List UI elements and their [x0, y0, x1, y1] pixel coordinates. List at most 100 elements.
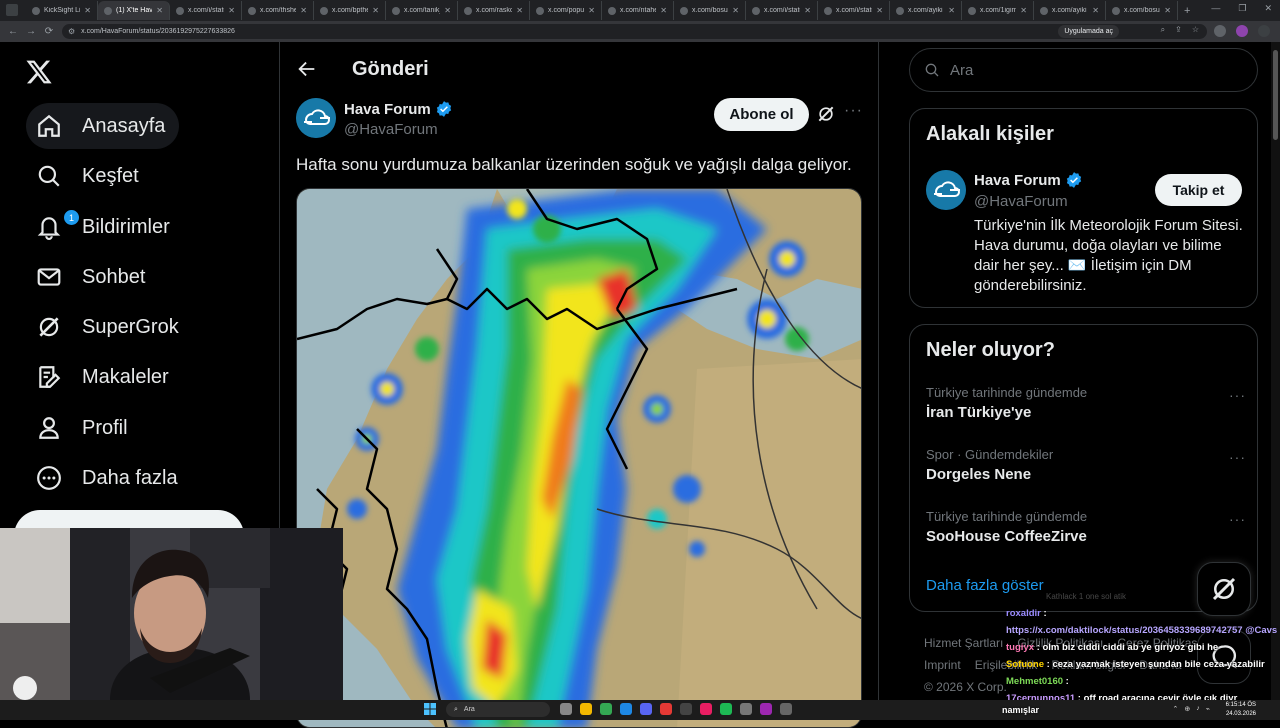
site-info-icon[interactable]: ⚙: [68, 27, 75, 36]
zoom-icon[interactable]: ⌕: [1161, 25, 1165, 35]
browser-tab[interactable]: KickSight Lin ✕: [26, 1, 98, 20]
tab-close-icon[interactable]: ✕: [372, 6, 379, 15]
maximize-button[interactable]: ❐: [1238, 3, 1246, 14]
browser-tab[interactable]: x.com/ayiki ✕: [1034, 1, 1106, 20]
nav-item-chat[interactable]: Sohbet: [26, 254, 159, 300]
edge-icon[interactable]: [620, 703, 632, 715]
task-view-icon[interactable]: [560, 703, 572, 715]
file-explorer-icon[interactable]: [580, 703, 592, 715]
nav-label: Anasayfa: [82, 114, 166, 137]
tab-close-icon[interactable]: ✕: [300, 6, 307, 15]
trend-more-icon[interactable]: ···: [1229, 511, 1246, 527]
footer-link[interactable]: Imprint: [924, 658, 961, 672]
browser-tab[interactable]: x.com/bosun ✕: [674, 1, 746, 20]
trend-item[interactable]: Türkiye tarihinde gündemde İran Türkiye'…: [926, 385, 1246, 421]
browser-forward-button[interactable]: →: [22, 26, 40, 37]
browser-tab[interactable]: x.com/bpthe ✕: [314, 1, 386, 20]
back-arrow-icon[interactable]: [296, 58, 318, 80]
relevant-avatar[interactable]: [926, 170, 966, 210]
app-icon[interactable]: [700, 703, 712, 715]
browser-tab[interactable]: x.com/raskol ✕: [458, 1, 530, 20]
tab-close-icon[interactable]: ✕: [228, 6, 235, 15]
app-icon[interactable]: [760, 703, 772, 715]
tab-close-icon[interactable]: ✕: [660, 6, 667, 15]
spotify-icon[interactable]: [720, 703, 732, 715]
scrollbar-thumb[interactable]: [1273, 50, 1278, 140]
browser-tab[interactable]: x.com/bosun ✕: [1106, 1, 1178, 20]
trend-item[interactable]: Spor · Gündemdekiler Dorgeles Nene ···: [926, 447, 1246, 483]
trend-more-icon[interactable]: ···: [1229, 387, 1246, 403]
tab-close-icon[interactable]: ✕: [1020, 6, 1027, 15]
nav-item-more[interactable]: Daha fazla: [26, 455, 192, 501]
app-icon[interactable]: [740, 703, 752, 715]
trend-item[interactable]: Türkiye tarihinde gündemde SooHouse Coff…: [926, 509, 1246, 545]
follow-button[interactable]: Takip et: [1155, 174, 1242, 206]
relevant-name-row[interactable]: Hava Forum: [974, 171, 1083, 189]
bookmark-star-icon[interactable]: ☆: [1192, 25, 1199, 35]
chat-link[interactable]: https://x.com/daktilock/status/203645833…: [1006, 625, 1277, 636]
nav-item-notifications[interactable]: 1 Bildirimler: [26, 204, 184, 250]
open-in-app-pill[interactable]: Uygulamada aç: [1058, 25, 1119, 38]
taskbar-search[interactable]: ⌕ Ara: [446, 702, 550, 717]
tab-close-icon[interactable]: ✕: [156, 6, 163, 15]
app-icon[interactable]: [660, 703, 672, 715]
x-logo-icon[interactable]: [24, 58, 54, 86]
taskbar-clock[interactable]: 6:15:14 ÖS 24.03.2026: [1226, 701, 1256, 719]
extensions-icon[interactable]: [1214, 25, 1226, 37]
minimize-button[interactable]: —: [1211, 3, 1220, 14]
menu-icon[interactable]: [1258, 25, 1270, 37]
browser-back-button[interactable]: ←: [4, 26, 22, 37]
author-avatar[interactable]: [296, 98, 336, 138]
footer-link[interactable]: Hizmet Şartları: [924, 636, 1003, 650]
tab-close-icon[interactable]: ✕: [588, 6, 595, 15]
stream-chat-overlay: Kathlack 1 one sol atik roxaldir : https:…: [1006, 588, 1280, 707]
tab-close-icon[interactable]: ✕: [84, 6, 91, 15]
relevant-handle[interactable]: @HavaForum: [974, 193, 1068, 210]
url-field[interactable]: ⚙ x.com/HavaForum/status/203619297522763…: [62, 24, 1207, 39]
tab-close-icon[interactable]: ✕: [516, 6, 523, 15]
discord-icon[interactable]: [640, 703, 652, 715]
tab-close-icon[interactable]: ✕: [732, 6, 739, 15]
more-options-icon[interactable]: ···: [844, 102, 864, 122]
system-tray[interactable]: ⌃ ⊕ ♪ ⌁: [1173, 705, 1210, 713]
share-icon[interactable]: ⇪: [1175, 25, 1182, 35]
search-input[interactable]: Ara: [909, 48, 1258, 92]
browser-tab[interactable]: x.com/thshe ✕: [242, 1, 314, 20]
browser-tab[interactable]: x.com/popul ✕: [530, 1, 602, 20]
profile-icon[interactable]: [1236, 25, 1248, 37]
tab-close-icon[interactable]: ✕: [948, 6, 955, 15]
trend-more-icon[interactable]: ···: [1229, 449, 1246, 465]
browser-tab[interactable]: x.com/tanik_ ✕: [386, 1, 458, 20]
tab-close-icon[interactable]: ✕: [1092, 6, 1099, 15]
obs-icon[interactable]: [680, 703, 692, 715]
browser-tab[interactable]: x.com/ayiki ✕: [890, 1, 962, 20]
reload-button[interactable]: ⟳: [40, 26, 58, 37]
tab-close-icon[interactable]: ✕: [1164, 6, 1171, 15]
windows-start-icon[interactable]: [424, 703, 436, 715]
nav-item-articles[interactable]: Makaleler: [26, 354, 183, 400]
browser-tab[interactable]: x.com/i/statu ✕: [170, 1, 242, 20]
tab-close-icon[interactable]: ✕: [804, 6, 811, 15]
app-icon[interactable]: [780, 703, 792, 715]
close-window-button[interactable]: ✕: [1264, 3, 1272, 14]
nav-item-supergrok[interactable]: SuperGrok: [26, 304, 193, 350]
browser-tab[interactable]: x.com/1igim ✕: [962, 1, 1034, 20]
tab-search-icon[interactable]: [6, 4, 18, 16]
grok-icon[interactable]: [816, 104, 836, 124]
tab-close-icon[interactable]: ✕: [876, 6, 883, 15]
nav-item-explore[interactable]: Keşfet: [26, 153, 153, 199]
author-handle[interactable]: @HavaForum: [344, 121, 438, 138]
browser-tab[interactable]: x.com/i/statu ✕: [818, 1, 890, 20]
author-name-row[interactable]: Hava Forum: [344, 100, 453, 118]
chrome-icon[interactable]: [600, 703, 612, 715]
browser-tab[interactable]: x.com/ntahe ✕: [602, 1, 674, 20]
tab-title: KickSight Lin: [44, 7, 80, 14]
browser-tab[interactable]: (1) X'te Hava ✕: [98, 1, 170, 20]
nav-item-home[interactable]: Anasayfa: [26, 103, 180, 149]
tab-close-icon[interactable]: ✕: [444, 6, 451, 15]
browser-tab[interactable]: x.com/i/statu ✕: [746, 1, 818, 20]
subscribe-button[interactable]: Abone ol: [714, 98, 809, 131]
nav-item-profile[interactable]: Profil: [26, 405, 142, 451]
new-tab-button[interactable]: +: [1184, 5, 1190, 17]
post-media-weather-map[interactable]: [296, 188, 862, 728]
